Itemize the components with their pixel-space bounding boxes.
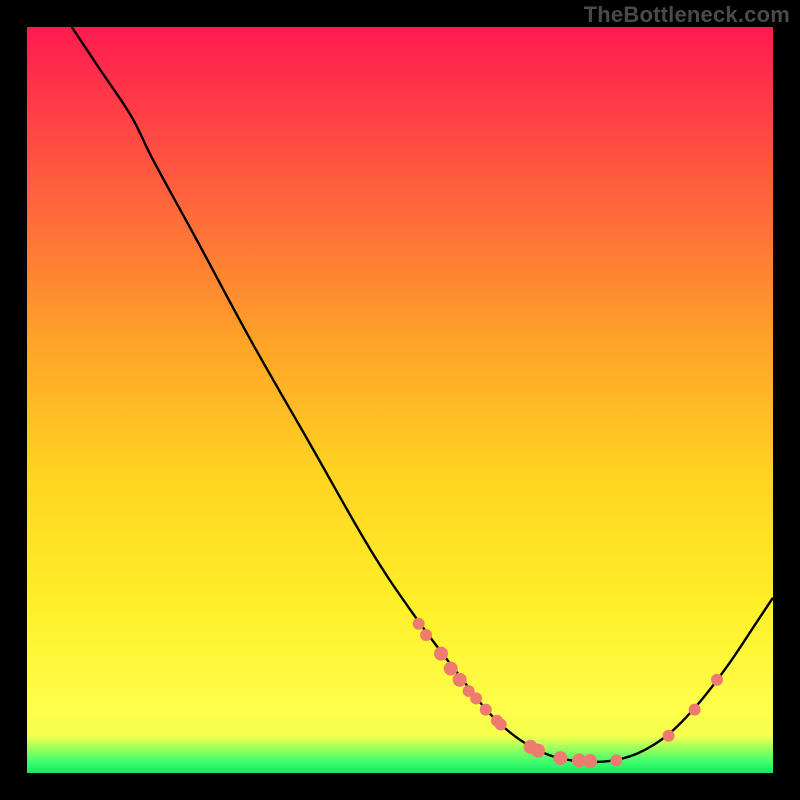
data-marker [470, 692, 482, 704]
data-markers [413, 618, 723, 768]
data-marker [453, 673, 467, 687]
data-marker [689, 704, 701, 716]
data-marker [420, 629, 432, 641]
plot-area [27, 27, 773, 773]
data-marker [413, 618, 425, 630]
data-marker [583, 754, 597, 768]
data-marker [610, 754, 622, 766]
chart-frame: TheBottleneck.com [0, 0, 800, 800]
data-marker [711, 674, 723, 686]
watermark-text: TheBottleneck.com [584, 2, 790, 28]
chart-svg [27, 27, 773, 773]
data-marker [531, 744, 545, 758]
data-marker [495, 719, 507, 731]
data-marker [553, 751, 567, 765]
data-marker [480, 704, 492, 716]
data-marker [444, 662, 458, 676]
bottleneck-curve [72, 27, 773, 762]
data-marker [663, 730, 675, 742]
data-marker [434, 647, 448, 661]
